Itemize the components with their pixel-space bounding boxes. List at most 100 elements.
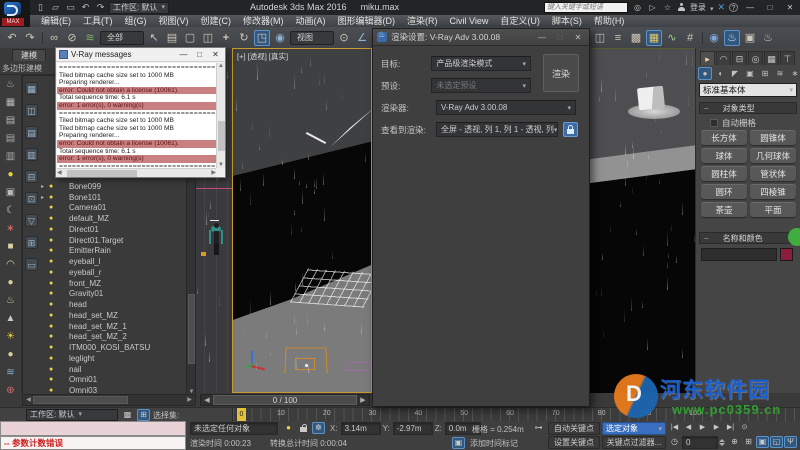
add-time-tag-label[interactable]: 添加时间标记 [470,438,518,449]
favorites-star-icon[interactable]: ☆ [662,3,673,12]
tab-utilities[interactable] [780,51,795,65]
visibility-bulb-icon[interactable]: ● [49,344,56,351]
maximize-button[interactable]: □ [762,3,778,12]
scene-object-row[interactable]: ● Camera01 [40,203,187,214]
scene-object-row[interactable]: ● ITM000_KOSI_BATSU [40,342,187,353]
render-production-icon[interactable] [760,30,776,46]
moon-icon[interactable] [4,204,18,217]
scrollbar-thumb[interactable] [67,170,137,177]
scene-object-row[interactable]: ● Omni01 [40,375,187,386]
set-key-button[interactable]: 设置关键点 [548,436,600,449]
key-filters-button[interactable]: 关键点过滤器... [602,436,666,449]
viewport-lock-button[interactable] [563,122,578,137]
window-crossing-icon[interactable] [200,30,216,46]
tab-modify[interactable] [716,51,731,65]
scroll-up-icon[interactable]: ▲ [217,63,225,69]
goal-wireframe-object[interactable] [284,347,328,374]
cone-primitive-icon[interactable] [4,312,18,325]
visibility-bulb-icon[interactable]: ● [49,290,56,297]
tab-motion[interactable] [748,51,763,65]
scene-object-row[interactable]: ● EmitterRain [40,246,187,257]
auto-key-button[interactable]: 自动关键点 [548,422,600,435]
paper-plane-object[interactable] [330,107,371,147]
primitive-button[interactable]: 几何球体 [750,148,796,163]
name-color-rollout[interactable]: − 名称和颜色 [699,232,797,244]
frame-spinner[interactable] [719,436,726,448]
login-caret-icon[interactable] [710,3,714,13]
autodesk-x-logo-icon[interactable]: ✕ [717,2,725,13]
play-button[interactable] [696,422,709,434]
渲染(R)[interactable]: 渲染(R) [402,15,443,27]
undo-quick-icon[interactable]: ↶ [79,1,92,14]
dialog-titlebar[interactable]: 渲染设置: V-Ray Adv 3.00.08 — □ ✕ [373,29,589,46]
autogrid-checkbox[interactable] [710,119,718,127]
scrollbar-thumb[interactable] [218,121,225,151]
scene-object-row[interactable]: ▸ ● Bone101 [40,192,187,203]
zoom-all-icon[interactable] [742,436,755,448]
primitive-category-dropdown[interactable]: 标准基本体 [699,83,797,97]
bind-spacewarp-icon[interactable] [82,30,98,46]
target-dropdown[interactable]: 产品级渲染模式 [431,56,531,71]
dialog-minimize-button[interactable]: — [535,33,549,42]
user-icon[interactable] [677,3,686,12]
vray-vertical-scrollbar[interactable]: ▲ ▼ [216,63,225,168]
snap-selection-icon[interactable]: ⊞ [137,409,150,421]
time-slider[interactable]: ◀ 0 / 100 ▶ [200,394,370,406]
workspace-dropdown-bottom[interactable]: 工作区: 默认 [26,409,118,421]
visibility-bulb-icon[interactable]: ● [49,333,56,340]
自定义(U)[interactable]: 自定义(U) [495,15,545,27]
mirror-icon[interactable] [592,30,608,46]
创建(C)[interactable]: 创建(C) [196,15,237,27]
cat-lights[interactable] [728,67,742,80]
visibility-bulb-icon[interactable]: ● [49,355,56,362]
workspace-dropdown[interactable]: 工作区: 默认 [109,1,169,14]
visibility-bulb-icon[interactable]: ● [49,204,56,211]
redo-quick-icon[interactable]: ↷ [94,1,107,14]
工具(T)[interactable]: 工具(T) [78,15,118,27]
time-slider-thumb[interactable]: 0 / 100 [213,395,357,405]
box-object[interactable] [636,85,666,111]
scroll-right-icon[interactable]: ▶ [185,396,194,405]
scrollbar-thumb[interactable] [33,396,128,404]
primitive-button[interactable]: 管状体 [750,166,796,181]
next-frame-button[interactable] [710,422,723,434]
isolate-bulb-icon[interactable] [282,422,295,434]
scene-object-row[interactable]: ● front_MZ [40,278,187,289]
minimize-button[interactable]: — [742,3,758,12]
sphere-primitive-icon[interactable] [4,276,18,289]
visibility-bulb-icon[interactable]: ● [49,301,56,308]
go-start-button[interactable] [668,422,681,434]
unlink-icon[interactable] [64,30,80,46]
viewport-label[interactable]: [+] [透视] [真实] [237,51,288,62]
编辑(E)[interactable]: 编辑(E) [36,15,76,27]
sphere2-primitive-icon[interactable] [4,348,18,361]
box-primitive-icon[interactable] [4,240,18,253]
vray-horizontal-scrollbar[interactable]: ◀ ▶ [57,168,216,177]
render-button[interactable]: 渲染 [543,54,579,92]
offset-mode-icon[interactable] [312,422,325,434]
sx-add-icon[interactable] [25,236,38,249]
explorer-horizontal-scrollbar[interactable]: ◀ ▶ [22,394,196,406]
selected-filter-dropdown[interactable]: 选定对象 [602,422,666,435]
primitive-button[interactable]: 球体 [701,148,747,163]
graphite-icon[interactable] [628,30,644,46]
slider-next-icon[interactable]: ▶ [357,396,369,404]
redo-icon[interactable] [22,30,38,46]
toolbar-separator[interactable] [40,30,44,46]
sx-frz-icon[interactable] [25,192,38,205]
修改器(M)[interactable]: 修改器(M) [238,15,289,27]
3dsmax-logo[interactable]: MAX [0,0,30,27]
view-to-render-dropdown[interactable]: 全屏 - 透视, 列 1, 列 1 - 透视, 列 [436,122,558,137]
layers-list-icon[interactable] [4,114,18,127]
region-select-icon[interactable] [182,30,198,46]
current-frame-marker[interactable]: 0 [237,408,246,422]
primitive-button[interactable]: 圆柱体 [701,166,747,181]
动画(A)[interactable]: 动画(A) [291,15,331,27]
vray-close-button[interactable]: ✕ [209,50,222,59]
ribbon-tab-modeling[interactable]: 建模 [12,49,46,61]
login-link[interactable]: 登录 [690,2,706,13]
zoom-extents-icon[interactable] [756,436,769,448]
scene-object-row[interactable]: ▸ ● Bone099 [40,181,187,192]
teapot-icon[interactable] [4,78,18,91]
zoom-icon[interactable] [728,436,741,448]
